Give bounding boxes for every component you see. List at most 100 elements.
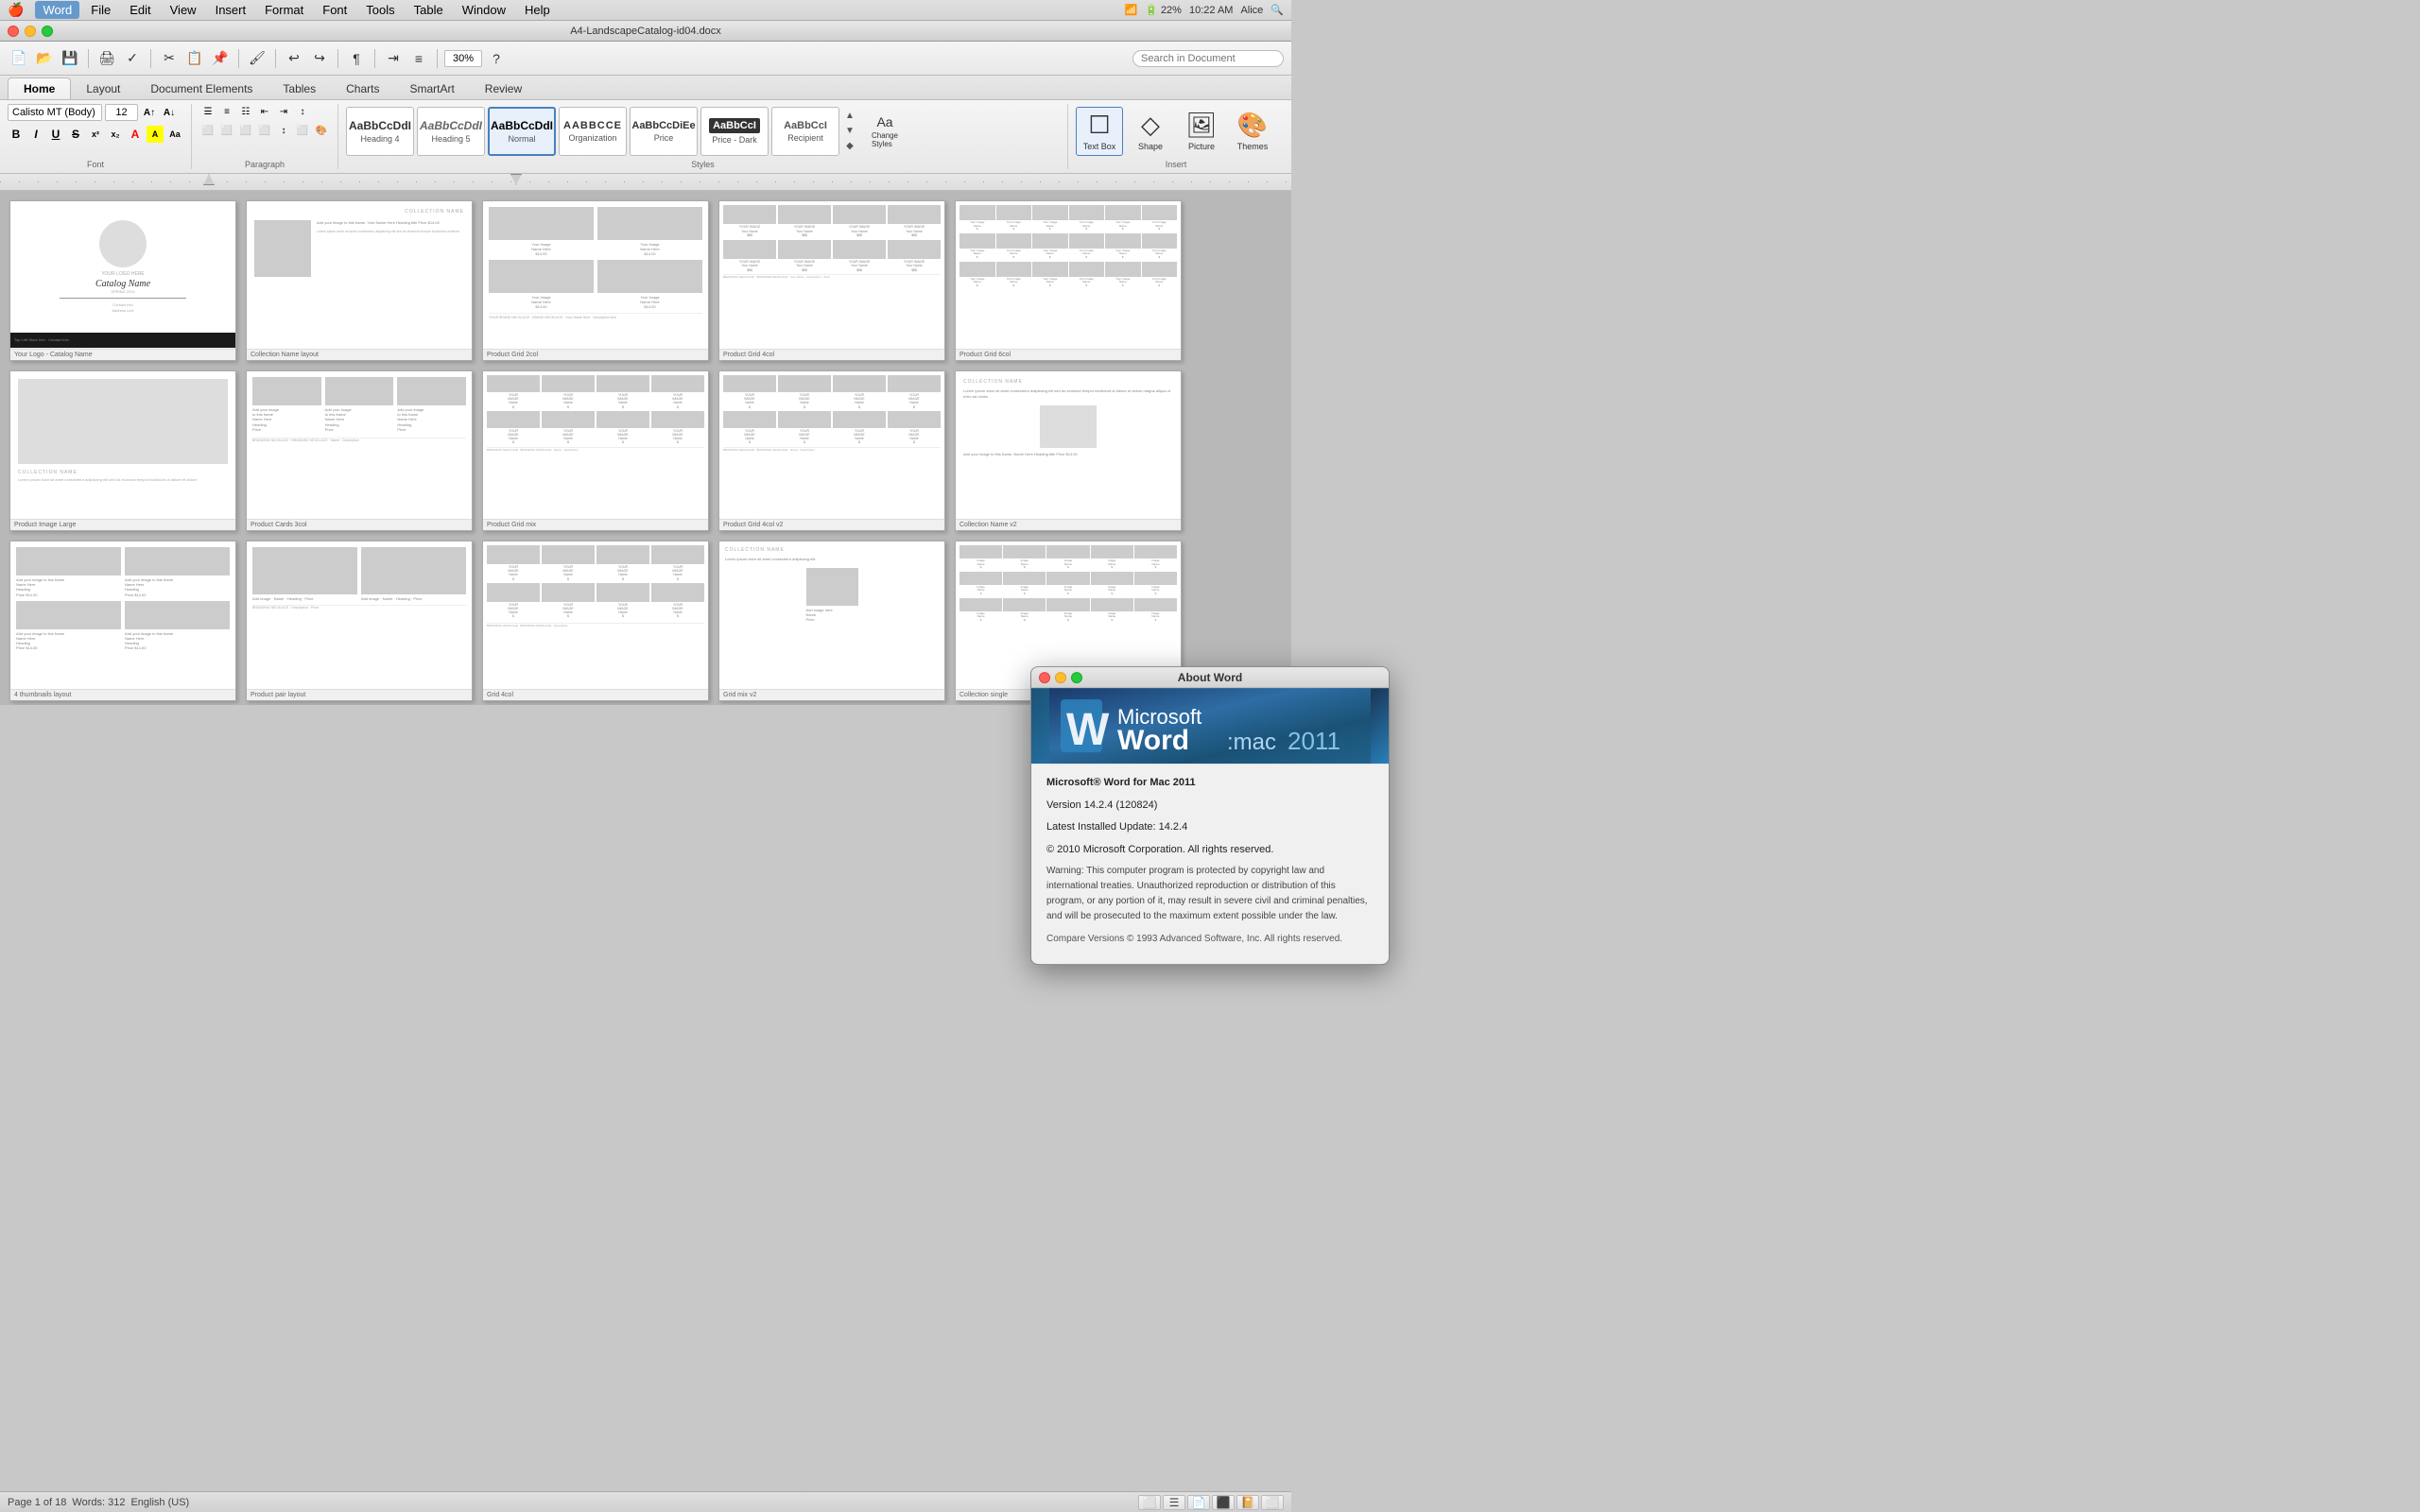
superscript-button[interactable]: x² (87, 126, 104, 143)
new-button[interactable]: 📄 (8, 47, 30, 70)
sort-button[interactable]: ↕ (294, 104, 311, 119)
tab-charts[interactable]: Charts (331, 78, 394, 99)
save-button[interactable]: 💾 (59, 47, 81, 70)
paragraph-marks-button[interactable]: ¶ (345, 47, 368, 70)
insert-menu[interactable]: Insert (208, 1, 254, 19)
page-thumb-8[interactable]: YOURIMAGEName$ YOURIMAGEName$ YOURIMAGEN… (482, 370, 709, 531)
page-thumb-2[interactable]: COLLECTION NAME Add your image to this f… (246, 200, 473, 361)
bold-button[interactable]: B (8, 126, 25, 143)
notebook-view-btn[interactable]: 📔 (1236, 1495, 1259, 1510)
ruler-right-margin[interactable] (510, 174, 522, 185)
font-name-input[interactable] (8, 104, 102, 121)
picture-button[interactable]: 🖼 Picture (1178, 107, 1225, 156)
zoom-field[interactable] (444, 50, 482, 67)
align-right-button[interactable]: ⬜ (237, 123, 254, 138)
italic-button[interactable]: I (27, 126, 44, 143)
page-thumb-12[interactable]: Add image · Name · Heading · Price Add i… (246, 541, 473, 701)
borders-button[interactable]: ⬜ (294, 123, 311, 138)
shape-button[interactable]: ◇ Shape (1127, 107, 1174, 156)
align-center-button[interactable]: ⬜ (218, 123, 235, 138)
styles-nav[interactable]: ▲ ▼ ◆ (842, 109, 857, 154)
font-menu[interactable]: Font (315, 1, 354, 19)
tab-tables[interactable]: Tables (268, 78, 331, 99)
help-toolbar-button[interactable]: ? (485, 47, 508, 70)
themes-button[interactable]: 🎨 Themes (1229, 107, 1276, 156)
increase-font-button[interactable]: A↑ (141, 104, 158, 121)
about-close-button[interactable] (1039, 672, 1050, 683)
tab-home[interactable]: Home (8, 77, 71, 99)
view-menu[interactable]: View (163, 1, 204, 19)
outline-view-btn[interactable]: ☰ (1163, 1495, 1185, 1510)
numbering-button[interactable]: ≡ (218, 104, 235, 119)
redo-button[interactable]: ↪ (308, 47, 331, 70)
file-menu[interactable]: File (83, 1, 118, 19)
style-heading4[interactable]: AaBbCcDdI Heading 4 (346, 107, 414, 156)
about-minimize-button[interactable] (1055, 672, 1066, 683)
font-color-button[interactable]: A (127, 126, 144, 143)
page-thumb-7[interactable]: Add your imageto this frameName HereHead… (246, 370, 473, 531)
style-price-dark[interactable]: AaBbCcI Price - Dark (700, 107, 769, 156)
format-menu[interactable]: Format (257, 1, 311, 19)
document-area[interactable]: YOUR LOGO HERE Catalog Name SPRING 2014 … (0, 191, 1291, 705)
edit-menu[interactable]: Edit (122, 1, 158, 19)
format-painter-button[interactable]: 🖌 (246, 47, 268, 70)
style-recipient[interactable]: AaBbCcI Recipient (771, 107, 839, 156)
align-left-button[interactable]: ⬜ (199, 123, 216, 138)
increase-indent-para-button[interactable]: ⇥ (275, 104, 292, 119)
page-thumb-6[interactable]: COLLECTION NAME Lorem ipsum dolor sit am… (9, 370, 236, 531)
subscript-button[interactable]: x₂ (107, 126, 124, 143)
window-menu[interactable]: Window (455, 1, 513, 19)
tab-review[interactable]: Review (470, 78, 537, 99)
page-thumb-5[interactable]: Your ImageName$ Your ImageName$ Your Ima… (955, 200, 1182, 361)
styles-prev[interactable]: ▲ (842, 111, 857, 121)
change-styles-button[interactable]: Aa ChangeStyles (868, 110, 902, 153)
decrease-indent-button[interactable]: ⇤ (256, 104, 273, 119)
page-thumb-4[interactable]: YOUR IMAGEYour Name$$$ YOUR IMAGEYour Na… (718, 200, 945, 361)
line-spacing-button[interactable]: ↕ (275, 123, 292, 138)
justify-button[interactable]: ⬜ (256, 123, 273, 138)
search-input[interactable] (1132, 50, 1284, 67)
font-size-input[interactable] (105, 104, 138, 121)
search-icon[interactable]: 🔍 (1270, 4, 1284, 16)
apple-menu[interactable]: 🍎 (8, 2, 24, 18)
align-button[interactable]: ≡ (407, 47, 430, 70)
increase-indent-button[interactable]: ⇥ (382, 47, 405, 70)
close-button[interactable] (8, 26, 19, 37)
tools-menu[interactable]: Tools (358, 1, 402, 19)
table-menu[interactable]: Table (406, 1, 451, 19)
minimize-button[interactable] (25, 26, 36, 37)
bullets-button[interactable]: ☰ (199, 104, 216, 119)
clear-format-button[interactable]: Aa (166, 126, 183, 143)
styles-expand[interactable]: ◆ (842, 141, 857, 151)
word-menu[interactable]: Word (35, 1, 79, 19)
underline-button[interactable]: U (47, 126, 64, 143)
undo-button[interactable]: ↩ (283, 47, 305, 70)
print-button[interactable]: 🖨 (95, 47, 118, 70)
ruler-indent-control[interactable] (203, 174, 215, 185)
draft-view-btn[interactable]: ⬜ (1138, 1495, 1161, 1510)
copy-button[interactable]: 📋 (183, 47, 206, 70)
style-heading5[interactable]: AaBbCcDdI Heading 5 (417, 107, 485, 156)
page-thumb-14[interactable]: COLLECTION NAME Lorem ipsum dolor sit am… (718, 541, 945, 701)
spellcheck-button[interactable]: ✓ (121, 47, 144, 70)
style-organization[interactable]: AABBCCE Organization (559, 107, 627, 156)
page-thumb-10[interactable]: COLLECTION NAME Lorem ipsum dolor sit am… (955, 370, 1182, 531)
open-button[interactable]: 📂 (33, 47, 56, 70)
cut-button[interactable]: ✂ (158, 47, 181, 70)
maximize-button[interactable] (42, 26, 53, 37)
page-thumb-11[interactable]: Add your image to this frameName HereHea… (9, 541, 236, 701)
decrease-font-button[interactable]: A↓ (161, 104, 178, 121)
textbox-button[interactable]: ☐ Text Box (1076, 107, 1123, 156)
publishing-view-btn[interactable]: ⬛ (1212, 1495, 1235, 1510)
tab-document-elements[interactable]: Document Elements (135, 78, 268, 99)
page-thumb-3[interactable]: Your ImageName Here$14.00 Your ImageName… (482, 200, 709, 361)
shading-button[interactable]: 🎨 (313, 123, 330, 138)
style-normal[interactable]: AaBbCcDdI Normal (488, 107, 556, 156)
paste-button[interactable]: 📌 (209, 47, 232, 70)
about-maximize-button[interactable] (1071, 672, 1082, 683)
page-thumb-9[interactable]: YOURIMAGEName$ YOURIMAGEName$ YOURIMAGEN… (718, 370, 945, 531)
tab-layout[interactable]: Layout (71, 78, 135, 99)
tab-smartart[interactable]: SmartArt (394, 78, 469, 99)
print-view-btn[interactable]: 📄 (1187, 1495, 1210, 1510)
focus-view-btn[interactable]: ⬜ (1261, 1495, 1284, 1510)
